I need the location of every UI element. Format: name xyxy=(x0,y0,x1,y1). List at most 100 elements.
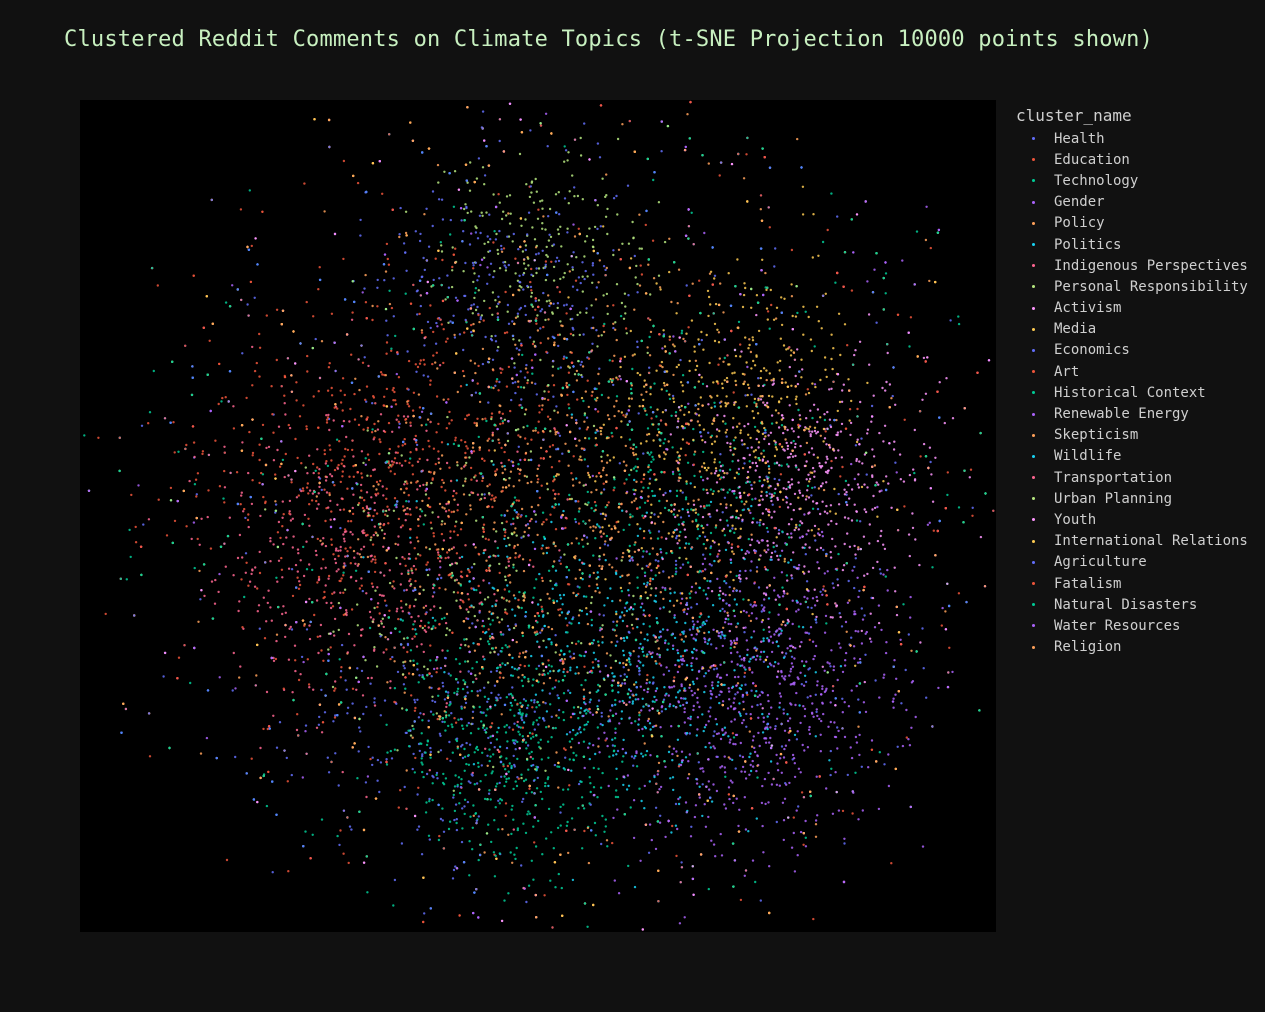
data-point xyxy=(449,233,452,236)
data-point xyxy=(604,215,608,218)
data-point xyxy=(606,596,609,600)
data-point xyxy=(409,536,412,539)
data-point xyxy=(451,269,454,272)
data-point xyxy=(808,546,811,549)
data-point xyxy=(504,663,507,667)
data-point xyxy=(269,606,272,609)
data-point xyxy=(655,282,658,285)
data-point xyxy=(517,353,520,356)
data-point xyxy=(543,397,546,400)
data-point xyxy=(648,366,651,369)
data-point xyxy=(795,599,798,602)
data-point xyxy=(822,548,825,552)
data-point xyxy=(463,769,466,772)
data-point xyxy=(662,570,665,573)
data-point xyxy=(363,356,366,359)
data-point xyxy=(725,376,729,380)
data-point xyxy=(679,516,683,519)
data-point xyxy=(727,272,730,275)
data-point xyxy=(305,300,308,304)
data-point xyxy=(668,237,671,240)
data-point xyxy=(531,541,535,544)
data-point xyxy=(494,334,497,338)
data-point xyxy=(245,396,248,400)
data-point xyxy=(432,535,436,538)
data-point xyxy=(330,386,333,390)
data-point xyxy=(871,508,874,511)
data-point xyxy=(743,671,747,675)
data-point xyxy=(624,312,627,315)
data-point xyxy=(548,445,552,448)
data-point xyxy=(264,500,267,503)
data-point xyxy=(344,447,347,451)
data-point xyxy=(784,652,788,655)
data-point xyxy=(588,742,591,745)
data-point xyxy=(687,411,691,414)
data-point xyxy=(498,267,502,270)
data-point xyxy=(537,819,540,823)
data-point xyxy=(774,550,777,553)
data-point xyxy=(651,577,655,581)
data-point xyxy=(567,464,570,467)
data-point xyxy=(649,318,652,322)
data-point xyxy=(709,697,713,700)
data-point xyxy=(543,894,546,897)
data-point xyxy=(739,580,742,583)
data-point xyxy=(558,290,562,294)
data-point xyxy=(669,592,672,595)
data-point xyxy=(813,486,816,489)
scatter-plot-area[interactable] xyxy=(80,100,996,932)
data-point xyxy=(376,286,379,289)
data-point xyxy=(693,474,696,478)
data-point xyxy=(768,471,771,474)
data-point xyxy=(530,295,533,298)
data-point xyxy=(747,347,750,350)
data-point xyxy=(185,525,188,528)
data-point xyxy=(510,398,513,402)
data-point xyxy=(648,477,652,480)
data-point xyxy=(636,563,639,566)
data-point xyxy=(283,402,286,405)
data-point xyxy=(768,865,771,868)
data-point xyxy=(235,471,239,474)
data-point xyxy=(790,248,794,252)
data-point xyxy=(600,711,603,715)
data-point xyxy=(554,569,558,572)
data-point xyxy=(256,587,259,590)
data-point xyxy=(296,456,299,460)
data-point xyxy=(275,576,278,579)
data-point xyxy=(606,414,610,417)
data-point xyxy=(426,375,430,378)
data-point xyxy=(425,207,428,210)
data-point xyxy=(549,703,552,706)
data-point xyxy=(258,481,261,485)
data-point xyxy=(715,481,719,484)
data-point xyxy=(269,560,272,563)
data-point xyxy=(381,373,384,376)
data-point xyxy=(642,486,645,489)
data-point xyxy=(894,461,897,464)
data-point xyxy=(465,321,468,324)
data-point xyxy=(639,527,642,530)
data-point xyxy=(680,597,684,600)
data-point xyxy=(737,459,740,462)
data-point xyxy=(680,697,683,700)
data-point xyxy=(748,338,751,341)
data-point xyxy=(636,586,639,589)
data-point xyxy=(547,776,550,779)
data-point xyxy=(688,369,691,373)
data-point xyxy=(281,576,284,579)
data-point xyxy=(431,478,434,481)
data-point xyxy=(379,440,382,444)
data-point xyxy=(601,814,604,818)
data-point xyxy=(371,585,375,588)
data-point xyxy=(701,814,704,818)
data-point xyxy=(566,159,569,162)
data-point xyxy=(447,321,450,324)
data-point xyxy=(404,292,407,295)
data-point xyxy=(518,472,521,475)
data-point xyxy=(286,780,289,783)
data-point xyxy=(721,607,724,611)
data-point xyxy=(383,395,386,398)
data-point xyxy=(562,276,565,279)
